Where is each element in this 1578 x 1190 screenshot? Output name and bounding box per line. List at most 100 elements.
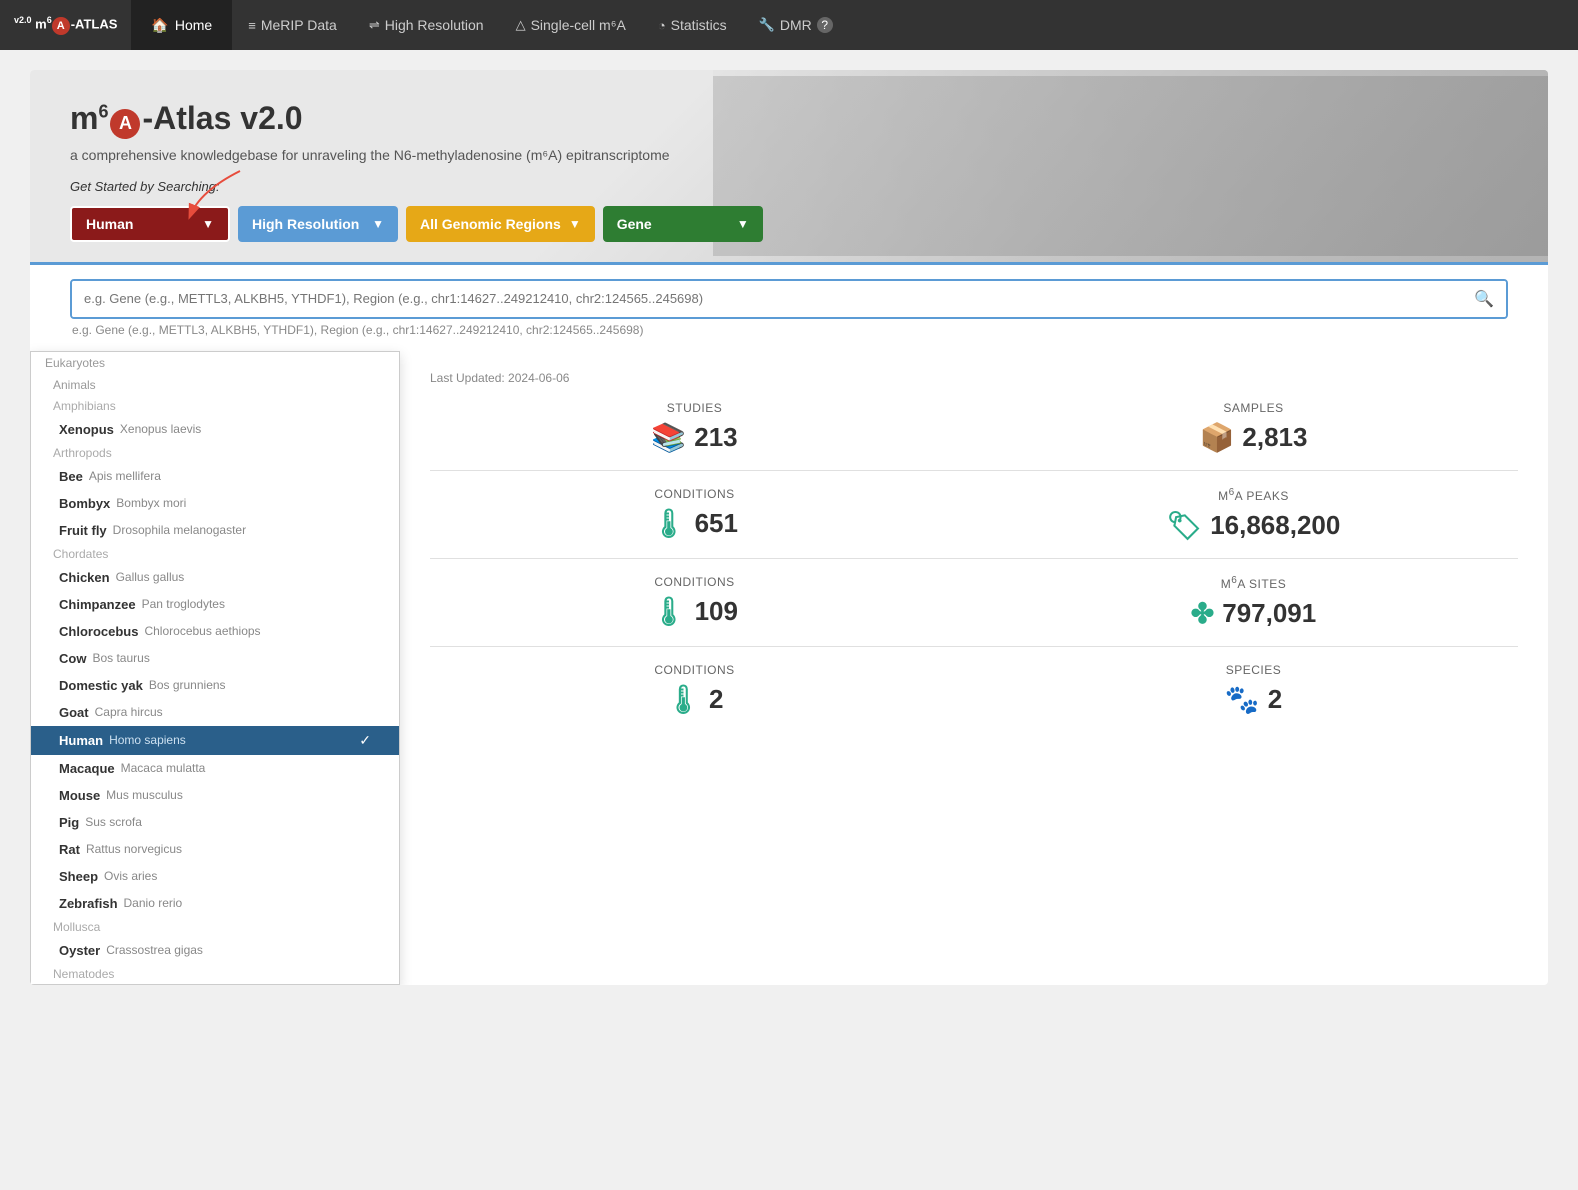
stat-conditions-mol-value: 2	[709, 684, 723, 715]
hero-header: m6A-Atlas v2.0 a comprehensive knowledge…	[30, 70, 1548, 262]
search-bar-area: 🔍 e.g. Gene (e.g., METTL3, ALKBH5, YTHDF…	[30, 262, 1548, 351]
stat-cond-sc-value-row: 🌡 109	[430, 595, 959, 628]
nav-dmr[interactable]: 🔧 DMR ?	[743, 0, 849, 50]
statistics-icon: ◔	[658, 18, 666, 33]
stats-grid: STUDIES 📚 213 SAMPLES 📦 2,813	[430, 401, 1518, 454]
nav-highres[interactable]: ⇌ High Resolution	[353, 0, 500, 50]
stat-cond-mol-value-row: 🌡 2	[430, 683, 959, 716]
stat-samples-value: 2,813	[1242, 422, 1307, 453]
species-chlorocebus[interactable]: Chlorocebus Chlorocebus aethiops	[31, 618, 399, 645]
species-chicken[interactable]: Chicken Gallus gallus	[31, 564, 399, 591]
stat-sites-value: 797,091	[1222, 598, 1316, 629]
species-rat[interactable]: Rat Rattus norvegicus	[31, 836, 399, 863]
conditions-highres-icon: 🌡	[651, 507, 687, 540]
stat-conditions-sc-value: 109	[695, 596, 738, 627]
stats-panel: Last Updated: 2024-06-06 STUDIES 📚 213 S…	[400, 351, 1548, 985]
species-pig[interactable]: Pig Sus scrofa	[31, 809, 399, 836]
species-domesticyak[interactable]: Domestic yak Bos grunniens	[31, 672, 399, 699]
species-sheep[interactable]: Sheep Ovis aries	[31, 863, 399, 890]
stat-cond-mol-label: Conditions	[430, 663, 959, 677]
search-hint: e.g. Gene (e.g., METTL3, ALKBH5, YTHDF1)…	[70, 323, 1508, 337]
search-label: Get Started by Searching:	[70, 179, 1508, 194]
species-chimpanzee[interactable]: Chimpanzee Pan troglodytes	[31, 591, 399, 618]
search-button[interactable]: 🔍	[1462, 281, 1506, 317]
group-animals: Animals	[31, 374, 399, 396]
species-mouse[interactable]: Mouse Mus musculus	[31, 782, 399, 809]
group-eukaryotes: Eukaryotes	[31, 352, 399, 374]
stat-sites-value-row: ✤ 797,091	[989, 597, 1518, 630]
region-dropdown-arrow-icon: ▼	[569, 217, 581, 231]
nav-merip[interactable]: ≡ MeRIP Data	[232, 0, 353, 50]
hero-card: m6A-Atlas v2.0 a comprehensive knowledge…	[30, 70, 1548, 985]
merip-icon: ≡	[248, 18, 256, 33]
stat-species-value-row: 🐾 2	[989, 683, 1518, 716]
species-oyster[interactable]: Oyster Crassostrea gigas	[31, 937, 399, 964]
brand-text: v2.0 m6A-ATLAS	[14, 15, 117, 34]
stat-species: Species 🐾 2	[989, 663, 1518, 716]
stat-samples-value-row: 📦 2,813	[989, 421, 1518, 454]
stat-species-label: Species	[989, 663, 1518, 677]
divider-1	[430, 470, 1518, 471]
samples-icon: 📦	[1200, 421, 1235, 454]
species-bee[interactable]: Bee Apis mellifera	[31, 463, 399, 490]
last-updated: Last Updated: 2024-06-06	[430, 371, 1518, 385]
subgroup-arthropods: Arthropods	[31, 443, 399, 463]
species-xenopus[interactable]: Xenopus Xenopus laevis	[31, 416, 399, 443]
species-human[interactable]: Human Homo sapiens ✓	[31, 726, 399, 755]
hero-title: m6A-Atlas v2.0	[70, 100, 1508, 139]
hero-subtitle: a comprehensive knowledgebase for unrave…	[70, 147, 1508, 163]
subgroup-amphibians: Amphibians	[31, 396, 399, 416]
resolution-dropdown-arrow-icon: ▼	[372, 217, 384, 231]
stat-sites-label: m6A Sites	[989, 575, 1518, 591]
stat-species-value: 2	[1268, 684, 1282, 715]
stat-conditions-sc: Conditions 🌡 109	[430, 575, 959, 630]
conditions-mol-icon: 🌡	[665, 683, 701, 716]
subgroup-chordates: Chordates	[31, 544, 399, 564]
stat-cond-sc-label: Conditions	[430, 575, 959, 589]
species-goat[interactable]: Goat Capra hircus	[31, 699, 399, 726]
stat-peaks-label: m6A Peaks	[989, 487, 1518, 503]
stat-samples: SAMPLES 📦 2,813	[989, 401, 1518, 454]
search-input[interactable]	[72, 281, 1462, 317]
divider-2	[430, 558, 1518, 559]
stat-conditions-highres: Conditions 🌡 651	[430, 487, 959, 542]
subgroup-mollusca: Mollusca	[31, 917, 399, 937]
help-icon[interactable]: ?	[817, 17, 833, 33]
species-bombyx[interactable]: Bombyx Bombyx mori	[31, 490, 399, 517]
stat-peaks-value-row: 🏷 16,868,200	[989, 509, 1518, 542]
gene-dropdown-btn[interactable]: Gene ▼	[603, 206, 763, 242]
stat-cond-highres-label: Conditions	[430, 487, 959, 501]
nav-singlecell[interactable]: △ Single-cell m⁶A	[500, 0, 642, 50]
search-dropdowns: Human ▼ High Resolution ▼ All Genomic Re…	[70, 206, 1508, 242]
peaks-icon: 🏷	[1167, 509, 1203, 542]
stats-grid-4: Conditions 🌡 2 Species 🐾 2	[430, 663, 1518, 716]
navbar: v2.0 m6A-ATLAS 🏠 Home ≡ MeRIP Data ⇌ Hig…	[0, 0, 1578, 50]
title-a-circle: A	[110, 109, 140, 139]
arrow-annotation	[180, 161, 260, 221]
subgroup-nematodes: Nematodes	[31, 964, 399, 984]
species-dropdown-list: Eukaryotes Animals Amphibians Xenopus Xe…	[30, 351, 400, 985]
stat-conditions-mol: Conditions 🌡 2	[430, 663, 959, 716]
stat-m6a-sites: m6A Sites ✤ 797,091	[989, 575, 1518, 630]
dmr-icon: 🔧	[759, 17, 775, 33]
highres-icon: ⇌	[369, 17, 380, 33]
nav-statistics[interactable]: ◔ Statistics	[642, 0, 743, 50]
conditions-sc-icon: 🌡	[651, 595, 687, 628]
species-cow[interactable]: Cow Bos taurus	[31, 645, 399, 672]
stat-studies-label: STUDIES	[430, 401, 959, 415]
stats-grid-3: Conditions 🌡 109 m6A Sites ✤ 797,091	[430, 575, 1518, 630]
species-zebrafish[interactable]: Zebrafish Danio rerio	[31, 890, 399, 917]
sites-icon: ✤	[1191, 597, 1214, 630]
region-dropdown-btn[interactable]: All Genomic Regions ▼	[406, 206, 595, 242]
stat-samples-label: SAMPLES	[989, 401, 1518, 415]
main-content: m6A-Atlas v2.0 a comprehensive knowledge…	[0, 50, 1578, 1005]
search-input-wrap: 🔍	[70, 279, 1508, 319]
studies-icon: 📚	[651, 421, 686, 454]
stat-studies-value-row: 📚 213	[430, 421, 959, 454]
nav-home[interactable]: 🏠 Home	[131, 0, 232, 50]
resolution-dropdown-btn[interactable]: High Resolution ▼	[238, 206, 398, 242]
species-fruitfly[interactable]: Fruit fly Drosophila melanogaster	[31, 517, 399, 544]
species-macaque[interactable]: Macaque Macaca mulatta	[31, 755, 399, 782]
stat-studies-value: 213	[694, 422, 737, 453]
brand-logo: v2.0 m6A-ATLAS	[0, 15, 131, 34]
